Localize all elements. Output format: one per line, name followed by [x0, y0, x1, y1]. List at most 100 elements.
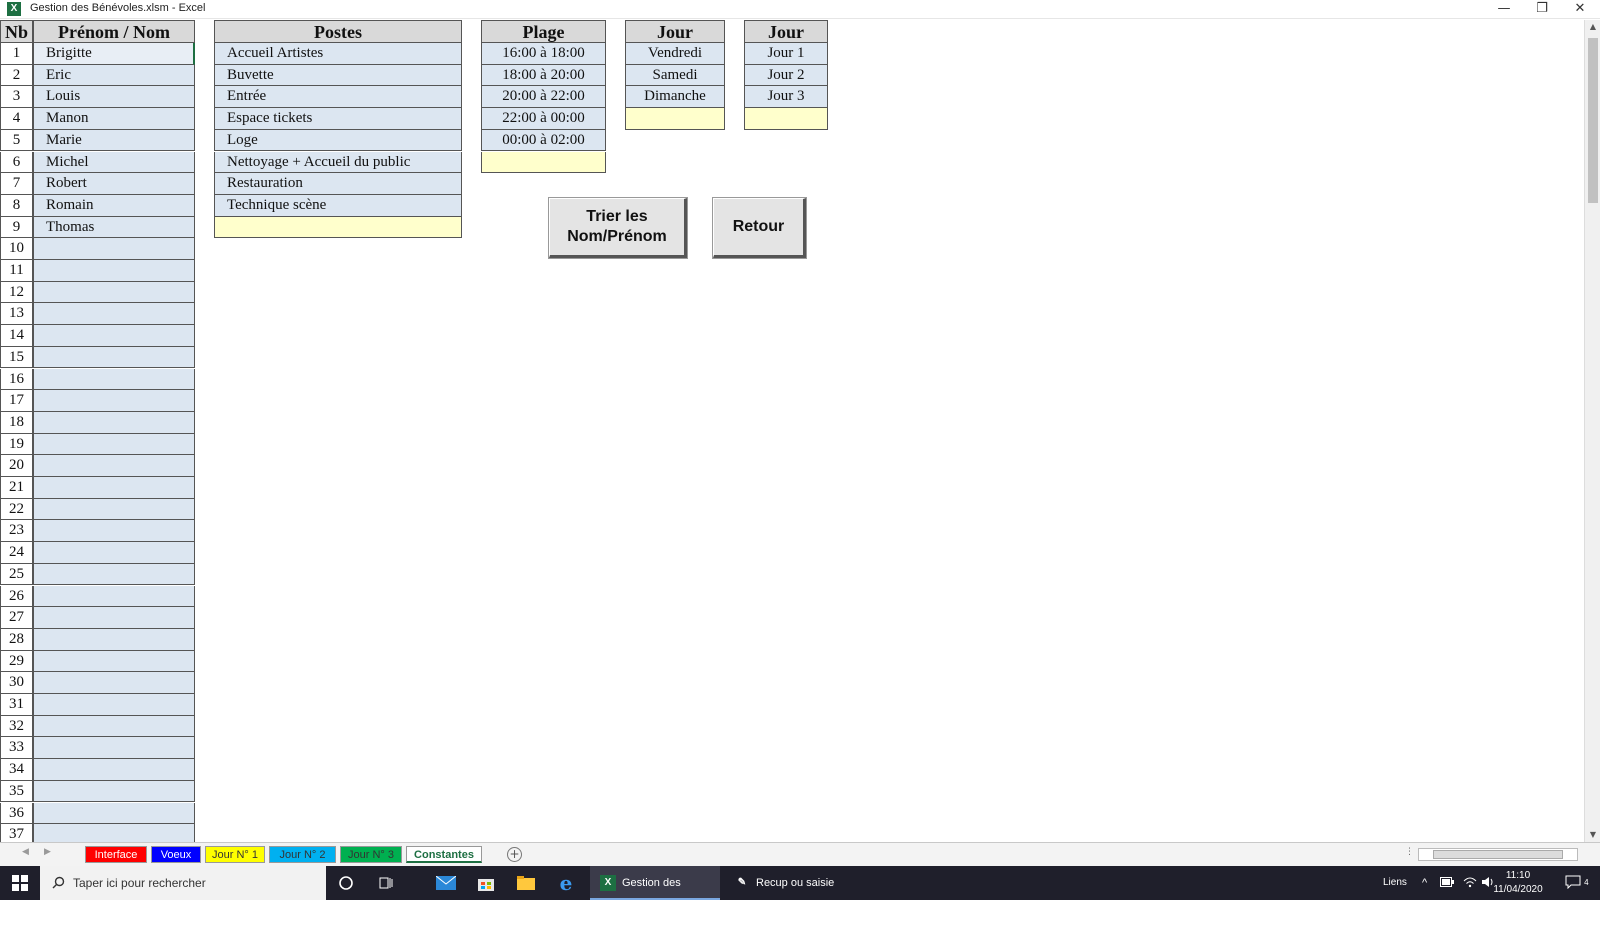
taskbar-editor-app[interactable]: ✎ Recup ou saisie dir...: [724, 866, 854, 923]
volunteer-name-cell[interactable]: Michel: [33, 151, 195, 174]
row-number-cell[interactable]: 7: [0, 173, 33, 195]
volunteer-name-cell[interactable]: [33, 585, 195, 608]
volunteer-name-cell[interactable]: [33, 628, 195, 651]
back-button[interactable]: Retour: [713, 198, 806, 258]
postes-cell[interactable]: Accueil Artistes: [214, 43, 462, 65]
volunteer-name-cell[interactable]: [33, 281, 195, 304]
jour-num-cell[interactable]: Jour 3: [744, 86, 828, 109]
horizontal-scrollbar[interactable]: [1418, 848, 1578, 861]
battery-icon[interactable]: [1440, 866, 1454, 900]
sheet-tab-jour-n-1[interactable]: Jour N° 1: [205, 846, 265, 863]
add-sheet-icon[interactable]: +: [507, 847, 522, 862]
row-number-cell[interactable]: 15: [0, 346, 33, 369]
cortana-icon[interactable]: [326, 866, 366, 900]
row-number-cell[interactable]: 34: [0, 759, 33, 781]
postes-cell[interactable]: Technique scène: [214, 194, 462, 217]
row-number-cell[interactable]: 33: [0, 737, 33, 760]
volunteer-name-cell[interactable]: Brigitte: [33, 43, 195, 65]
row-number-cell[interactable]: 23: [0, 520, 33, 543]
row-number-cell[interactable]: 36: [0, 802, 33, 825]
tab-scroll-left-icon[interactable]: ◀: [22, 847, 29, 857]
volunteer-name-cell[interactable]: Eric: [33, 64, 195, 87]
row-number-cell[interactable]: 29: [0, 650, 33, 673]
volunteer-name-cell[interactable]: [33, 694, 195, 716]
row-number-cell[interactable]: 6: [0, 151, 33, 174]
options-icon[interactable]: ⋮: [1405, 847, 1414, 857]
row-number-cell[interactable]: 2: [0, 64, 33, 87]
sort-names-button[interactable]: Trier les Nom/Prénom: [549, 198, 687, 258]
volunteer-name-cell[interactable]: [33, 368, 195, 391]
volunteer-name-cell[interactable]: Marie: [33, 129, 195, 152]
volunteer-name-cell[interactable]: [33, 390, 195, 412]
jour-nom-cell[interactable]: [625, 108, 725, 130]
show-hidden-icons-icon[interactable]: ^: [1422, 866, 1427, 900]
row-number-cell[interactable]: 4: [0, 108, 33, 130]
row-number-cell[interactable]: 8: [0, 194, 33, 217]
postes-header[interactable]: Postes: [214, 20, 462, 43]
plage-cell[interactable]: 16:00 à 18:00: [481, 43, 606, 65]
volunteer-name-cell[interactable]: Thomas: [33, 216, 195, 239]
volunteer-name-cell[interactable]: [33, 737, 195, 760]
volunteer-name-cell[interactable]: [33, 759, 195, 781]
worksheet-grid[interactable]: Nb Prénom / Nom 1 Brigitte 2 Eric 3 Louis 4 Man…: [0, 20, 1584, 842]
names-header[interactable]: Prénom / Nom: [33, 20, 195, 43]
postes-cell[interactable]: Loge: [214, 129, 462, 152]
postes-cell[interactable]: Restauration: [214, 173, 462, 195]
file-explorer-icon[interactable]: [506, 866, 546, 900]
volunteer-name-cell[interactable]: [33, 542, 195, 564]
edge-browser-icon[interactable]: e: [546, 866, 586, 900]
start-button[interactable]: [0, 866, 40, 900]
volunteer-name-cell[interactable]: [33, 563, 195, 586]
row-number-cell[interactable]: 17: [0, 390, 33, 412]
volunteer-name-cell[interactable]: [33, 411, 195, 434]
row-number-cell[interactable]: 21: [0, 477, 33, 499]
row-number-cell[interactable]: 18: [0, 411, 33, 434]
postes-cell[interactable]: Entrée: [214, 86, 462, 109]
store-icon[interactable]: [466, 866, 506, 900]
volunteer-name-cell[interactable]: [33, 325, 195, 347]
jour-num-cell[interactable]: Jour 1: [744, 43, 828, 65]
jour-name-header[interactable]: Jour: [625, 20, 725, 43]
row-number-cell[interactable]: 14: [0, 325, 33, 347]
volunteer-name-cell[interactable]: [33, 715, 195, 738]
vertical-scrollbar[interactable]: ▲ ▼: [1584, 20, 1600, 842]
jour-nom-cell[interactable]: Dimanche: [625, 86, 725, 109]
minimize-button[interactable]: —: [1485, 0, 1523, 19]
volunteer-name-cell[interactable]: [33, 260, 195, 282]
row-number-cell[interactable]: 31: [0, 694, 33, 716]
jour-num-cell[interactable]: Jour 2: [744, 64, 828, 87]
tab-scroll-right-icon[interactable]: ▶: [44, 847, 51, 857]
sheet-tab-interface[interactable]: Interface: [85, 846, 147, 863]
row-number-cell[interactable]: 9: [0, 216, 33, 239]
tray-links-label[interactable]: Liens: [1383, 866, 1407, 900]
jour-nom-cell[interactable]: Vendredi: [625, 43, 725, 65]
volunteer-name-cell[interactable]: [33, 433, 195, 456]
sheet-tab-jour-n-2[interactable]: Jour N° 2: [269, 846, 336, 863]
row-number-cell[interactable]: 19: [0, 433, 33, 456]
taskbar-excel-app[interactable]: X Gestion des Bénévo...: [590, 866, 720, 923]
volunteer-name-cell[interactable]: Louis: [33, 86, 195, 109]
row-number-cell[interactable]: 13: [0, 303, 33, 326]
postes-cell[interactable]: Buvette: [214, 64, 462, 87]
row-number-cell[interactable]: 35: [0, 780, 33, 803]
volunteer-name-cell[interactable]: [33, 498, 195, 521]
row-number-cell[interactable]: 16: [0, 368, 33, 391]
close-button[interactable]: ✕: [1561, 0, 1599, 19]
system-clock[interactable]: 11:10 11/04/2020: [1490, 869, 1546, 897]
horizontal-scroll-thumb[interactable]: [1433, 850, 1563, 859]
volunteer-name-cell[interactable]: Robert: [33, 173, 195, 195]
row-number-cell[interactable]: 1: [0, 43, 33, 65]
volunteer-name-cell[interactable]: [33, 802, 195, 825]
volunteer-name-cell[interactable]: [33, 780, 195, 803]
postes-cell[interactable]: Espace tickets: [214, 108, 462, 130]
restore-button[interactable]: ❐: [1523, 0, 1561, 19]
volunteer-name-cell[interactable]: [33, 520, 195, 543]
row-number-cell[interactable]: 27: [0, 607, 33, 629]
jour-num-cell[interactable]: [744, 108, 828, 130]
volunteer-name-cell[interactable]: [33, 650, 195, 673]
volunteer-name-cell[interactable]: [33, 303, 195, 326]
volunteer-name-cell[interactable]: [33, 455, 195, 477]
plage-cell[interactable]: 18:00 à 20:00: [481, 64, 606, 87]
row-number-cell[interactable]: 25: [0, 563, 33, 586]
volunteer-name-cell[interactable]: [33, 477, 195, 499]
